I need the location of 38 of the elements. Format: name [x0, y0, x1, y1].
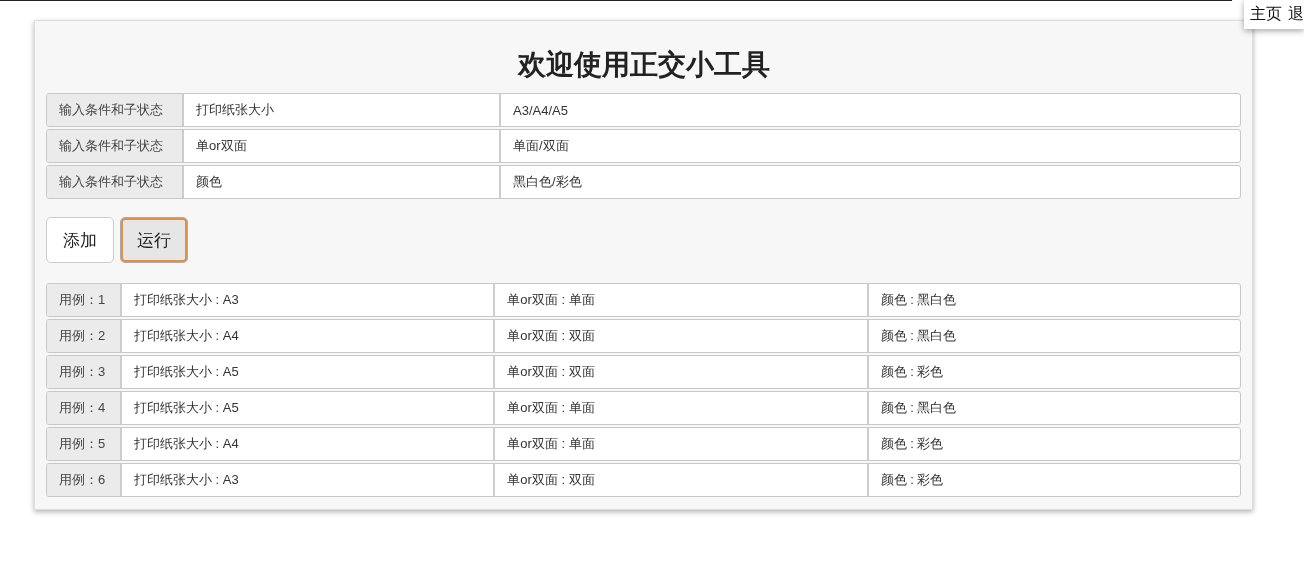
condition-states: A3/A4/A5 — [512, 101, 569, 120]
case-label: 用例：4 — [47, 392, 122, 424]
table-cell-text: 颜色 : 彩色 — [879, 435, 945, 453]
table-cell-text: 颜色 : 彩色 — [879, 363, 945, 381]
table-cell: 单or双面 : 双面 — [495, 356, 869, 388]
case-label: 用例：5 — [47, 428, 122, 460]
case-label: 用例：2 — [47, 320, 122, 352]
condition-label: 输入条件和子状态 — [47, 130, 184, 162]
condition-label: 输入条件和子状态 — [47, 94, 184, 126]
case-label: 用例：1 — [47, 284, 122, 316]
menu-link[interactable]: 主页 — [1250, 4, 1282, 25]
case-label: 用例：6 — [47, 464, 122, 496]
table-cell: 单or双面 : 双面 — [495, 320, 869, 352]
menu-link[interactable]: 退 — [1288, 4, 1304, 25]
condition-states: 单面/双面 — [512, 137, 570, 155]
table-cell-text: 颜色 : 黑白色 — [879, 291, 958, 309]
condition-states: 黑白色/彩色 — [512, 173, 583, 191]
table-cell: 打印纸张大小 : A4 — [122, 320, 496, 352]
case-label: 用例：3 — [47, 356, 122, 388]
table-cell: 单or双面 : 单面 — [495, 428, 869, 460]
condition-name: 打印纸张大小 — [184, 94, 501, 126]
table-cell: 单or双面 : 单面 — [495, 284, 869, 316]
condition-label: 输入条件和子状态 — [47, 166, 184, 198]
condition-name: 单or双面 — [184, 130, 501, 162]
page-title: 欢迎使用正交小工具 — [516, 48, 771, 82]
table-cell: 打印纸张大小 : A5 — [122, 356, 496, 388]
condition-name: 颜色 — [184, 166, 501, 198]
table-cell: 单or双面 : 单面 — [495, 392, 869, 424]
table-cell-text: 颜色 : 彩色 — [879, 471, 945, 489]
table-cell: 打印纸张大小 : A5 — [122, 392, 496, 424]
table-cell-text: 颜色 : 黑白色 — [879, 399, 958, 417]
table-cell-text: 颜色 : 黑白色 — [879, 327, 958, 345]
table-cell: 打印纸张大小 : A4 — [122, 428, 496, 460]
table-cell: 单or双面 : 双面 — [495, 464, 869, 496]
action-button[interactable]: 运行 — [120, 217, 188, 263]
action-button[interactable]: 添加 — [46, 217, 114, 263]
table-cell: 打印纸张大小 : A3 — [122, 464, 496, 496]
table-cell: 打印纸张大小 : A3 — [122, 284, 496, 316]
